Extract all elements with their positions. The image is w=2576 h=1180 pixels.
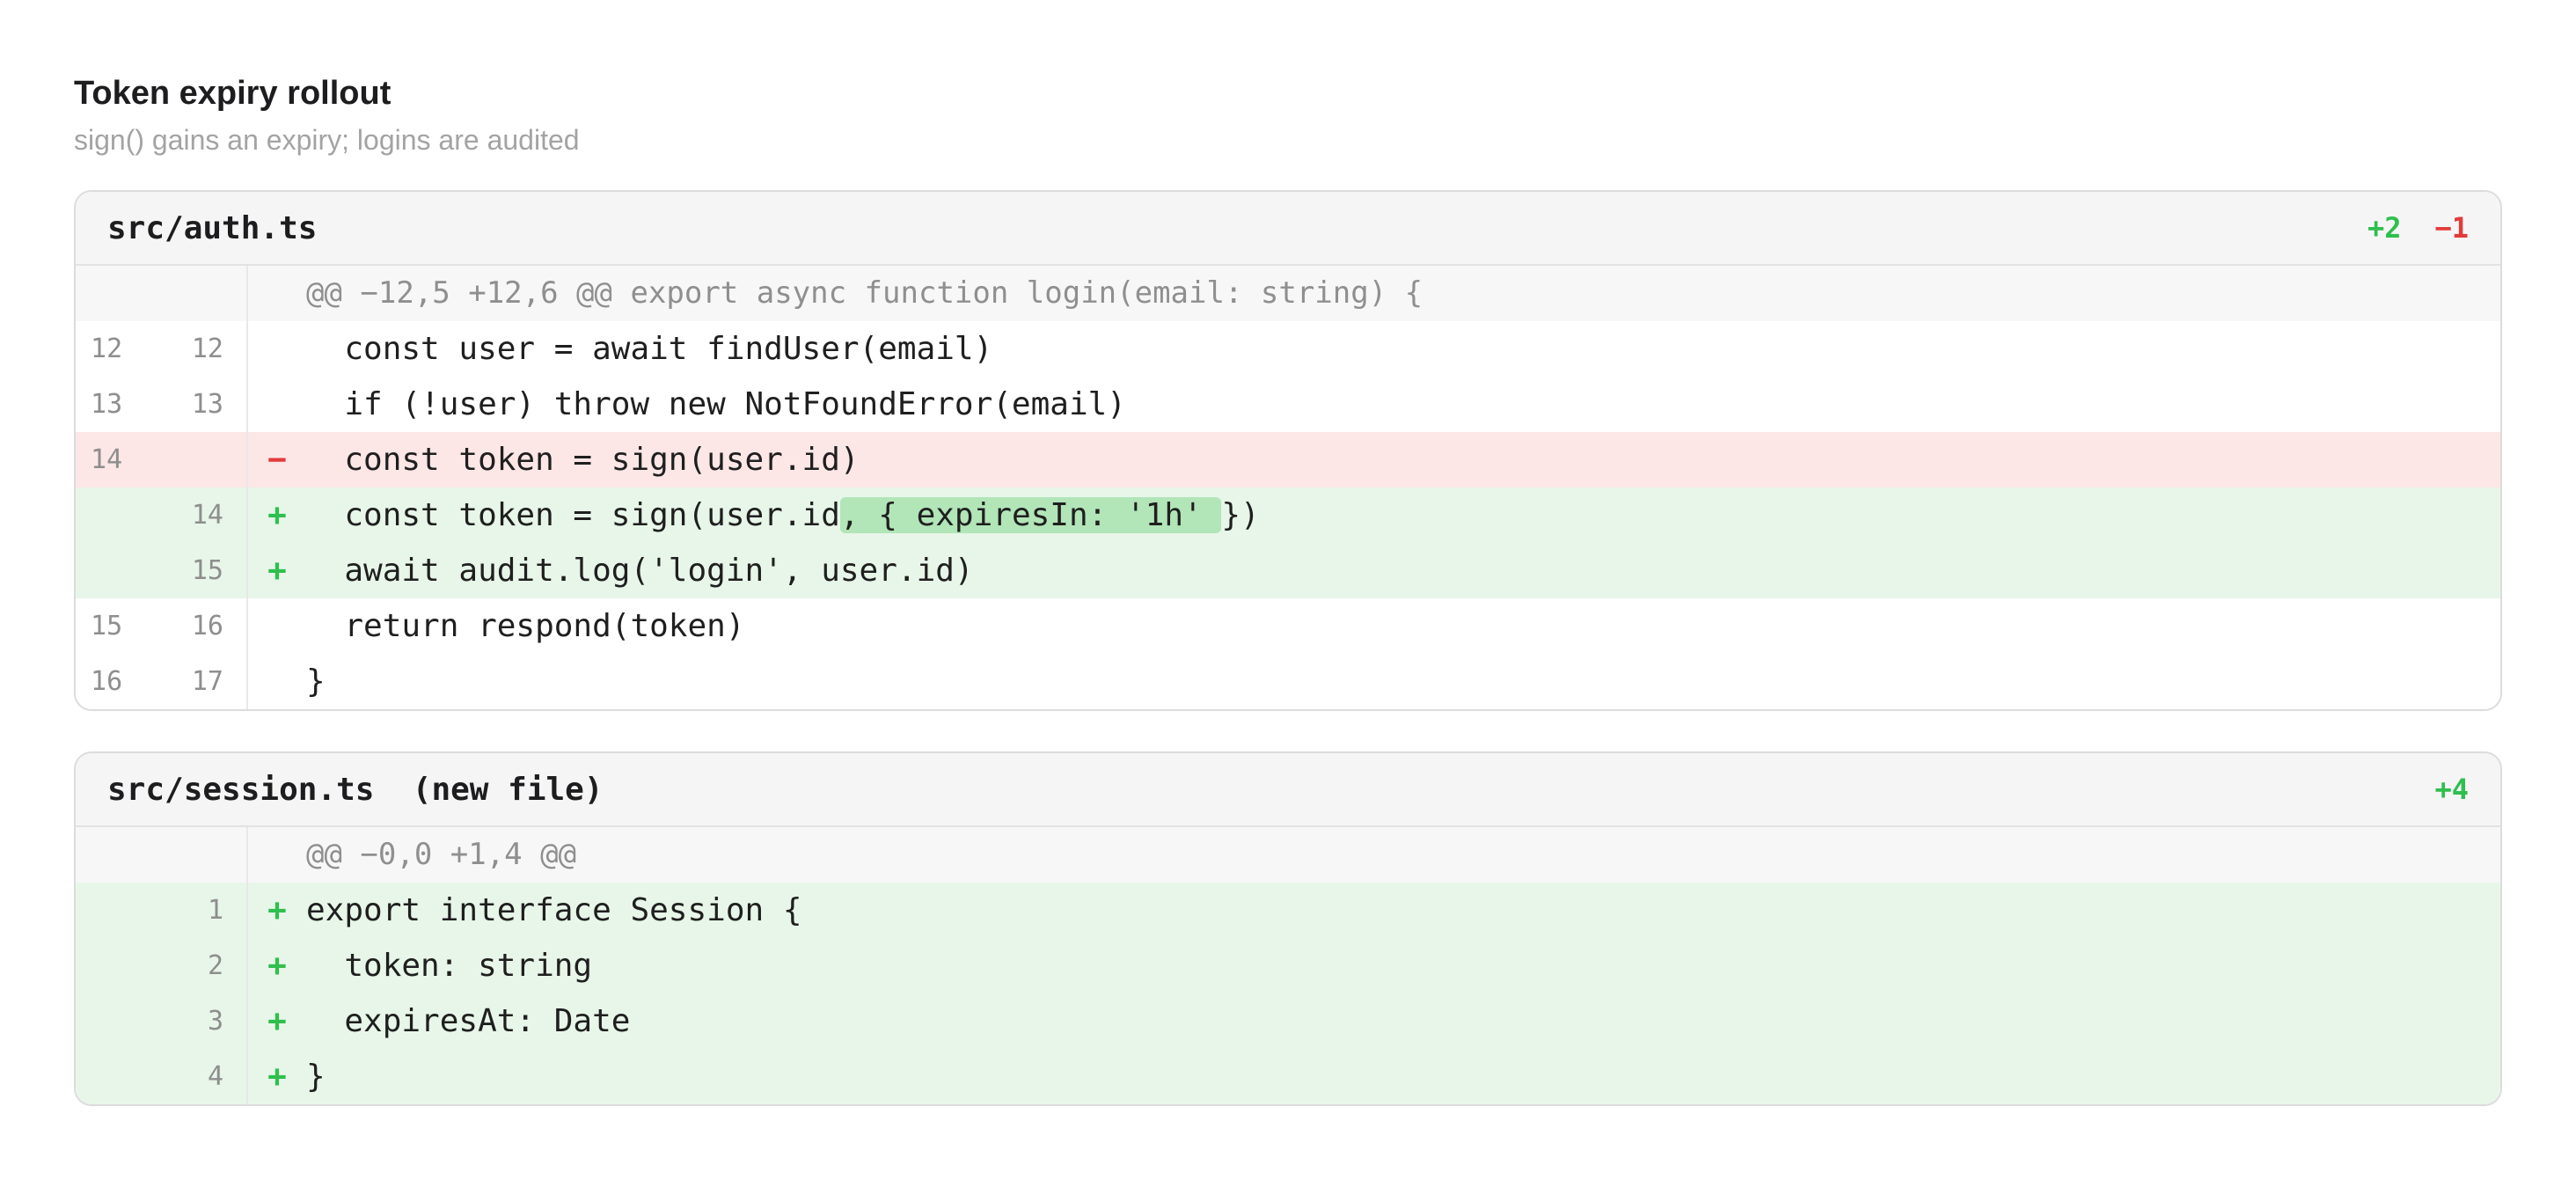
diff-stats: +4	[2434, 773, 2469, 806]
diff-line-context: 16 17 }	[76, 654, 2500, 709]
diff-line-context: 15 16 return respond(token)	[76, 598, 2500, 654]
diff-line-added: 2 + token: string	[76, 938, 2500, 993]
page-subtitle: sign() gains an expiry; logins are audit…	[74, 124, 580, 156]
new-line-number: 16	[191, 611, 223, 641]
old-line-number: 15	[91, 611, 123, 641]
removed-marker: −	[267, 442, 287, 478]
added-marker: +	[267, 892, 287, 928]
code-text: expiresAt: Date	[306, 1003, 631, 1039]
code-text: export interface Session {	[306, 892, 802, 928]
hunk-text: @@ −12,5 +12,6 @@ export async function …	[306, 275, 1423, 311]
old-line-number: 16	[91, 666, 123, 697]
line-gutter	[76, 827, 248, 883]
old-line-number	[76, 938, 161, 993]
code-text: await audit.log('login', user.id)	[306, 553, 974, 589]
file-header[interactable]: src/auth.ts +2 −1	[76, 192, 2500, 266]
diff-marker	[248, 377, 306, 432]
diff-line-added: 15 + await audit.log('login', user.id)	[76, 543, 2500, 598]
diff-line-removed: 14 − const token = sign(user.id)	[76, 432, 2500, 487]
code-segment: })	[1221, 497, 1260, 533]
old-line-number	[76, 883, 161, 938]
old-line-number	[76, 993, 161, 1049]
code-text: const token = sign(user.id)	[306, 442, 860, 478]
diff-line-added: 3 + expiresAt: Date	[76, 993, 2500, 1049]
diff-view: Token expiry rollout sign() gains an exp…	[74, 69, 2502, 1106]
added-marker: +	[267, 1059, 287, 1095]
line-gutter	[76, 266, 248, 321]
additions-count: +2	[2367, 211, 2402, 245]
old-line-number	[76, 543, 161, 598]
diff-marker	[248, 654, 306, 709]
added-marker: +	[267, 497, 287, 533]
file-name: src/session.ts (new file)	[107, 771, 604, 808]
code-text: }	[306, 663, 326, 700]
file-name: src/auth.ts	[107, 209, 318, 246]
page-title: Token expiry rollout	[74, 75, 392, 112]
old-line-number: 14	[91, 444, 123, 475]
code-text: const user = await findUser(email)	[306, 331, 993, 367]
diff-line-added: 14 + const token = sign(user.id, { expir…	[76, 487, 2500, 543]
diff-marker	[248, 598, 306, 654]
old-line-number	[76, 487, 161, 543]
diff-stats: +2 −1	[2367, 211, 2469, 245]
code-segment: const token = sign(user.id	[306, 497, 840, 533]
new-line-number: 3	[207, 1006, 223, 1037]
diff-line-context: 13 13 if (!user) throw new NotFoundError…	[76, 377, 2500, 432]
file-diff-session: src/session.ts (new file) +4 @@ −0,0 +1,…	[74, 751, 2502, 1106]
old-line-number: 13	[91, 389, 123, 420]
new-line-number: 17	[191, 666, 223, 697]
diff-line-context: 12 12 const user = await findUser(email)	[76, 321, 2500, 377]
new-line-number: 13	[191, 389, 223, 420]
added-marker: +	[267, 553, 287, 589]
file-diff-auth: src/auth.ts +2 −1 @@ −12,5 +12,6 @@ expo…	[74, 190, 2502, 711]
new-line-number: 14	[191, 500, 223, 531]
inline-change-highlight: , { expiresIn: '1h'	[839, 497, 1222, 533]
new-line-number: 15	[191, 555, 223, 586]
deletions-count: −1	[2434, 211, 2469, 245]
added-marker: +	[267, 1003, 287, 1039]
new-line-number: 2	[207, 950, 223, 981]
new-line-number: 4	[207, 1061, 223, 1092]
hunk-header: @@ −12,5 +12,6 @@ export async function …	[76, 266, 2500, 321]
code-text: token: string	[306, 948, 593, 984]
diff-line-added: 1 + export interface Session {	[76, 883, 2500, 938]
additions-count: +4	[2434, 773, 2469, 806]
code-text: if (!user) throw new NotFoundError(email…	[306, 386, 1126, 422]
diff-marker	[248, 321, 306, 377]
code-text: const token = sign(user.id, { expiresIn:…	[306, 487, 2500, 543]
old-line-number: 12	[91, 333, 123, 364]
code-text: }	[306, 1059, 326, 1095]
new-line-number: 1	[207, 895, 223, 926]
new-line-number	[161, 432, 246, 487]
code-text: return respond(token)	[306, 608, 745, 644]
diff-line-added: 4 + }	[76, 1049, 2500, 1104]
file-header[interactable]: src/session.ts (new file) +4	[76, 753, 2500, 827]
new-line-number: 12	[191, 333, 223, 364]
old-line-number	[76, 1049, 161, 1104]
hunk-text: @@ −0,0 +1,4 @@	[306, 837, 577, 872]
hunk-header: @@ −0,0 +1,4 @@	[76, 827, 2500, 883]
added-marker: +	[267, 948, 287, 984]
